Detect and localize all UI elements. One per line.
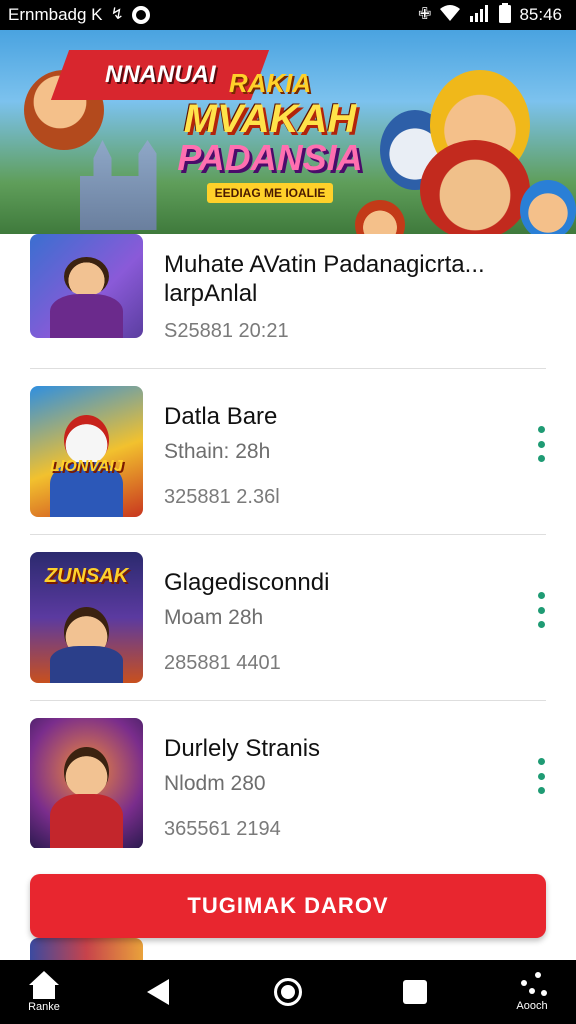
thumbnail-character-body [50,793,123,848]
video-subtitle: Sthain: 28h [164,440,271,463]
notification-icon: ↯ [110,6,124,23]
recents-button[interactable] [395,960,435,1024]
video-subtitle: Nlodm 280 [164,772,266,795]
bottom-cta-area: TUGIMAK DAROV [0,848,576,960]
battery-icon [499,2,512,28]
back-button[interactable] [138,960,178,1024]
list-item[interactable]: LIONVAIJ Datla Bare Sthain: 28h 325881 2… [0,386,576,552]
thumbnail-label: LIONVAIJ [50,458,123,476]
banner-title-line4: EEDIAG ME IOALIE [206,182,334,203]
video-meta: 325881 2.36l [164,486,280,508]
more-options-icon[interactable] [534,592,548,628]
home-button[interactable]: Ranke [14,960,74,1024]
assistant-dots-icon [517,972,547,998]
thumbnail-label: ZUNSAK [44,565,129,588]
home-label: Ranke [28,1001,60,1013]
nfc-icon: ✙ [418,6,432,23]
status-app-name: Ernmbadg K [8,5,103,24]
banner-castle-art [80,140,157,230]
video-meta: S25881 20:21 [164,320,289,342]
status-time: 85:46 [519,5,562,24]
video-thumbnail[interactable]: LIONVAIJ [30,386,143,517]
video-thumbnail[interactable]: ZUNSAK [30,552,143,683]
video-thumbnail[interactable] [30,718,143,848]
video-thumbnail[interactable] [30,938,143,960]
thumbnail-character [63,256,110,297]
thumbnail-character-body [50,294,123,338]
video-title[interactable]: Glagedisconndi [164,568,544,597]
banner-hero-art [355,200,405,234]
video-title[interactable]: Durlely Stranis [164,734,544,763]
status-right: ✙ 85:46 [418,2,562,28]
more-options-icon[interactable] [534,426,548,462]
list-item[interactable]: ZUNSAK Glagedisconndi Moam 28h 285881 44… [0,552,576,718]
video-meta: 365561 2194 [164,818,281,840]
signal-icon [469,4,491,27]
primary-action-button[interactable]: TUGIMAK DAROV [30,874,546,938]
banner-hero-art [420,140,530,234]
divider [30,700,546,701]
record-icon [131,6,150,24]
status-bar: Ernmbadg K ↯ ✙ 85:46 [0,0,576,30]
status-left: Ernmbadg K ↯ [8,5,150,25]
banner-title-line2: MVAKAH [183,97,357,141]
assistant-button[interactable]: Aooch [500,960,564,1024]
banner-title-line1: RAKIA [228,68,312,98]
circle-icon [274,978,302,1006]
divider [30,534,546,535]
home-icon [29,971,59,999]
list-item[interactable]: Durlely Stranis Nlodm 280 365561 2194 [0,718,576,848]
banner-title: RAKIA MVAKAH PADANSIA EEDIAG ME IOALIE [177,68,363,218]
video-thumbnail[interactable] [30,234,143,338]
video-subtitle: Moam 28h [164,606,264,629]
square-icon [403,980,427,1004]
navigation-bar: Ranke Aooch [0,960,576,1024]
banner-title-line3: PADANSIA [177,137,363,178]
video-meta: 285881 4401 [164,652,281,674]
list-item[interactable]: Muhate AVatin Padanagicrta... larpAnlal … [0,234,576,386]
video-title[interactable]: Muhate AVatin Padanagicrta... larpAnlal [164,250,544,308]
banner-hero-art [520,180,576,234]
thumbnail-character-body [50,646,123,683]
promo-banner[interactable]: NNANUAI RAKIA MVAKAH PADANSIA EEDIAG ME … [0,30,576,234]
wifi-icon [439,4,461,27]
more-options-icon[interactable] [534,758,548,794]
home-circle-button[interactable] [266,960,310,1024]
back-icon [147,979,169,1005]
assistant-label: Aooch [516,1000,548,1012]
divider [30,368,546,369]
thumbnail-character [63,746,110,797]
video-list[interactable]: Muhate AVatin Padanagicrta... larpAnlal … [0,234,576,848]
video-title[interactable]: Datla Bare [164,402,544,431]
